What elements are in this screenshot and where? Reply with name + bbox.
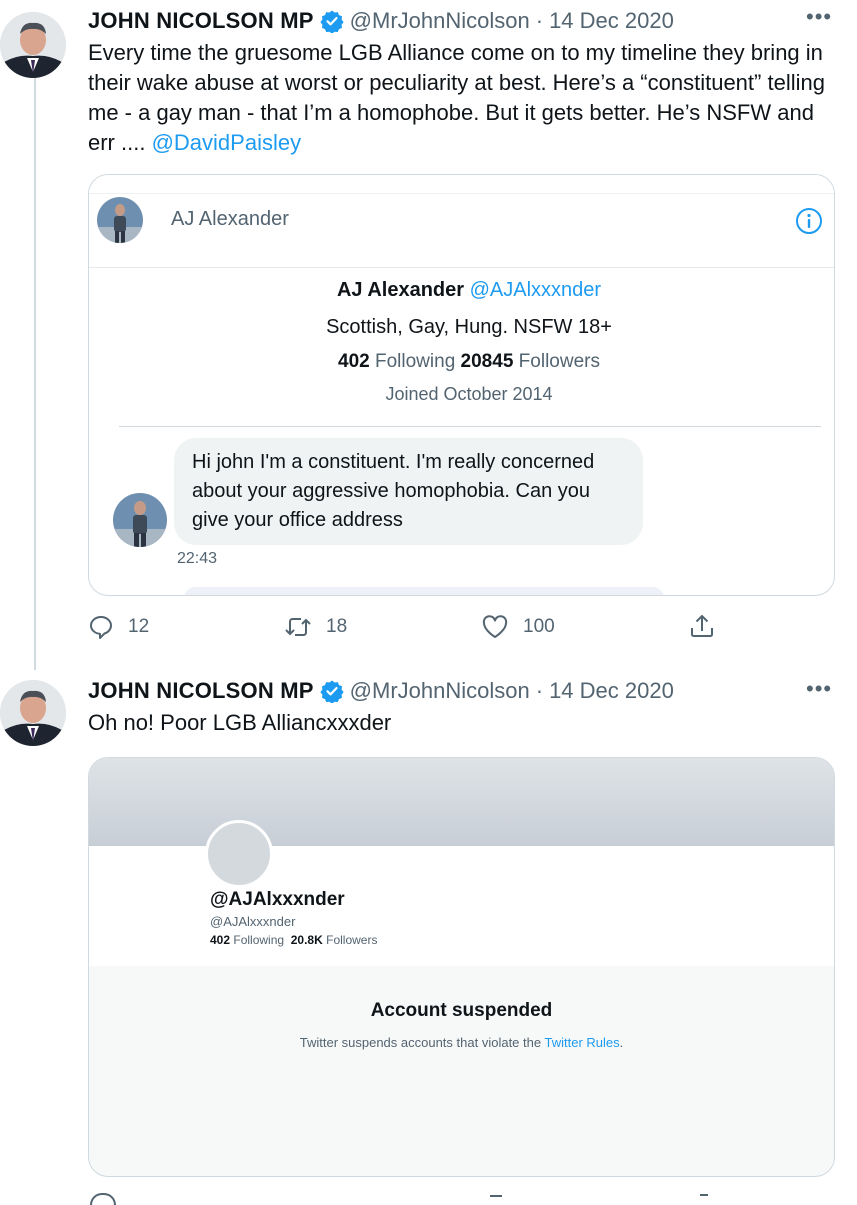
dm-header-name: AJ Alexander <box>171 208 289 230</box>
dm-profile-divider <box>119 426 821 427</box>
suspended-following-label: Following <box>233 933 285 947</box>
share-button[interactable] <box>688 612 716 640</box>
profile-banner <box>89 758 834 846</box>
author-name[interactable]: JOHN NICOLSON MP <box>88 8 314 34</box>
suspended-account-card: @AJAlxxxnder @AJAlxxxnder 402 Following … <box>88 757 835 1177</box>
dm-header: AJ Alexander <box>89 175 834 267</box>
retweet-icon <box>284 614 312 640</box>
suspended-handle: @AJAlxxxnder <box>210 914 296 929</box>
tweet-date[interactable]: 14 Dec 2020 <box>549 8 674 34</box>
header-separator: · <box>535 8 544 33</box>
suspended-description-line: Twitter suspends accounts that violate t… <box>89 1035 834 1050</box>
suspended-followers-label: Followers <box>326 933 378 947</box>
tweet-text-2: Oh no! Poor LGB Alliancxxxder <box>88 710 392 735</box>
share-icon <box>688 612 716 640</box>
dm-following-label: Following <box>375 351 456 372</box>
mention-link[interactable]: @DavidPaisley <box>152 130 302 155</box>
like-count: 100 <box>523 616 555 637</box>
embedded-dm-card: AJ Alexander AJ Alexander @AJAlxxxnder S… <box>88 174 835 596</box>
thread-connector-line <box>34 78 36 670</box>
share-icon-partial <box>700 1194 708 1202</box>
retweet-button[interactable]: 18 <box>284 614 347 640</box>
suspended-followers-count: 20.8K <box>290 933 323 947</box>
suspended-following-count: 402 <box>210 933 231 947</box>
profile-avatar-placeholder <box>205 820 273 888</box>
author-avatar-2[interactable] <box>0 680 66 746</box>
twitter-rules-link[interactable]: Twitter Rules <box>544 1035 619 1050</box>
dm-following-count: 402 <box>338 351 370 372</box>
reply-button[interactable]: 12 <box>88 614 149 640</box>
like-button[interactable]: 100 <box>481 614 555 640</box>
tweet-header-2: JOHN NICOLSON MP @MrJohnNicolson · 14 De… <box>88 676 674 706</box>
dm-followers-label: Followers <box>518 351 600 372</box>
tweet-actions: 12 18 100 <box>88 612 828 644</box>
reply-count: 12 <box>128 616 150 637</box>
dm-top-divider <box>89 193 834 194</box>
like-icon-partial <box>490 1195 502 1203</box>
tweet-header: JOHN NICOLSON MP @MrJohnNicolson · 14 De… <box>88 6 674 36</box>
more-options-icon[interactable]: ••• <box>806 4 832 30</box>
dm-joined-date: Joined October 2014 <box>385 384 553 404</box>
dm-header-avatar <box>97 197 143 243</box>
header-separator: · <box>535 678 544 703</box>
suspended-description: Twitter suspends accounts that violate t… <box>299 1035 542 1050</box>
reply-icon <box>88 614 114 640</box>
author-name[interactable]: JOHN NICOLSON MP <box>88 678 314 704</box>
verified-badge-icon <box>320 679 344 703</box>
heart-icon <box>481 614 509 640</box>
reply-icon-partial <box>90 1193 116 1205</box>
author-handle[interactable]: @MrJohnNicolson <box>350 678 530 704</box>
profile-info-section <box>89 846 834 966</box>
author-avatar[interactable] <box>0 12 66 78</box>
retweet-count: 18 <box>326 616 348 637</box>
author-handle[interactable]: @MrJohnNicolson <box>350 8 530 34</box>
dm-header-divider <box>89 267 834 268</box>
dm-profile-handle[interactable]: @AJAlxxxnder <box>470 279 601 301</box>
dm-profile-name: AJ Alexander <box>336 279 465 301</box>
dm-profile-stats: 402 Following 20845 Followers <box>89 351 834 373</box>
more-options-icon-2[interactable]: ••• <box>806 676 832 702</box>
dm-next-bubble-partial <box>184 587 664 595</box>
avatar-image <box>0 12 66 78</box>
verified-badge-icon <box>320 9 344 33</box>
dm-sender-avatar <box>113 493 167 547</box>
info-icon[interactable] <box>795 207 823 235</box>
dm-followers-count: 20845 <box>460 351 514 372</box>
tweet-date[interactable]: 14 Dec 2020 <box>549 678 674 704</box>
dm-profile-title: AJ Alexander @AJAlxxxnder <box>89 279 834 302</box>
tweet-text: Every time the gruesome LGB Alliance com… <box>88 38 828 158</box>
avatar-image <box>0 680 66 746</box>
suspended-display-name: @AJAlxxxnder <box>210 889 345 910</box>
dm-message-time: 22:43 <box>177 550 218 567</box>
dm-message-bubble: Hi john I'm a constituent. I'm really co… <box>174 438 643 545</box>
description-period: . <box>619 1035 624 1050</box>
account-suspended-title: Account suspended <box>370 1000 553 1021</box>
dm-profile-bio: Scottish, Gay, Hung. NSFW 18+ <box>326 316 612 338</box>
suspended-stats: 402 Following 20.8K Followers <box>210 933 377 947</box>
